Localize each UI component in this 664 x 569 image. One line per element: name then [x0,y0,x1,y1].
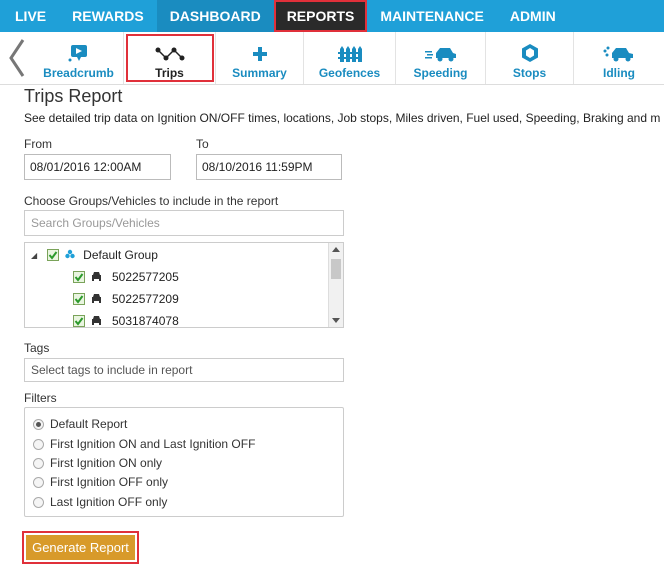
to-date-input[interactable] [196,154,342,180]
check-icon [74,317,84,326]
check-icon [74,273,84,282]
tab-idling[interactable]: Idling [574,32,664,84]
filter-label: First Ignition ON and Last Ignition OFF [50,437,256,451]
check-icon [74,295,84,304]
nav-maintenance[interactable]: MAINTENANCE [367,0,496,32]
tab-label: Trips [155,66,184,80]
tab-stops[interactable]: Stops [486,32,574,84]
radio-unchecked[interactable] [33,496,44,508]
filter-option[interactable]: First Ignition ON and Last Ignition OFF [33,435,255,453]
scroll-down-icon[interactable] [332,318,340,323]
stop-hexagon-icon [521,44,538,62]
to-label: To [196,137,209,151]
tree-group-row[interactable]: ◢ Default Group [31,245,158,265]
tab-speeding[interactable]: Speeding [396,32,486,84]
nav-rewards[interactable]: REWARDS [59,0,157,32]
top-nav: LIVE REWARDS DASHBOARD REPORTS MAINTENAN… [0,0,664,32]
filter-option[interactable]: Last Ignition OFF only [33,493,167,511]
tree-vehicle-row[interactable]: 5022577205 [73,267,179,287]
tree-expander-icon[interactable]: ◢ [31,251,37,260]
radio-unchecked[interactable] [33,457,44,469]
filter-label: Last Ignition OFF only [50,495,168,509]
from-label: From [24,137,52,151]
tab-trips[interactable]: Trips [124,32,216,84]
generate-button-highlight: Generate Report [22,531,139,564]
nav-dashboard[interactable]: DASHBOARD [156,0,274,32]
checkbox-checked[interactable] [73,293,85,305]
scroll-up-icon[interactable] [332,247,340,252]
checkbox-checked[interactable] [47,249,60,261]
filter-label: First Ignition OFF only [50,475,169,489]
from-date-input[interactable] [24,154,171,180]
breadcrumb-icon [68,45,87,62]
tab-geofences[interactable]: Geofences [304,32,396,84]
filter-label: First Ignition ON only [50,456,163,470]
radio-unchecked[interactable] [33,438,44,450]
generate-report-button[interactable]: Generate Report [26,535,135,560]
report-description: See detailed trip data on Ignition ON/OF… [24,111,661,125]
back-arrow-button[interactable] [0,32,34,84]
tree-scrollbar[interactable] [328,243,343,327]
tab-label: Idling [603,66,635,80]
speeding-car-icon [424,48,456,62]
filters-label: Filters [24,391,57,405]
vehicle-tree: ◢ Default Group 5022577205 5022577209 50… [24,242,344,328]
tab-breadcrumb[interactable]: Breadcrumb [34,32,124,84]
search-groups-input[interactable] [24,210,344,236]
page-title: Trips Report [24,86,123,106]
tab-label: Stops [512,66,547,80]
vehicle-id: 5022577205 [112,270,179,284]
tags-input[interactable] [24,358,344,382]
checkbox-checked[interactable] [73,315,85,327]
checkbox-checked[interactable] [73,271,85,283]
tree-group-label: Default Group [83,248,158,262]
idling-car-icon [603,46,633,62]
tab-summary[interactable]: Summary [216,32,304,84]
tab-label: Breadcrumb [43,66,114,80]
check-icon [48,251,58,260]
radio-checked[interactable] [33,418,44,430]
tab-label: Geofences [318,66,381,80]
tags-label: Tags [24,341,50,355]
car-icon [91,270,102,284]
chevron-left-icon [9,39,25,77]
tab-label: Speeding [413,66,468,80]
nav-live[interactable]: LIVE [0,0,59,32]
report-toolbar: Breadcrumb Trips Summary Geofences Speed… [0,32,664,85]
filters-box: Default Report First Ignition ON and Las… [24,407,344,517]
groups-label: Choose Groups/Vehicles to include in the… [24,194,279,208]
filter-option[interactable]: Default Report [33,415,127,433]
nav-reports[interactable]: REPORTS [273,0,368,32]
trips-icon [155,47,184,61]
radio-unchecked[interactable] [33,476,44,488]
car-icon [91,314,102,327]
scroll-thumb[interactable] [331,259,341,279]
car-icon [91,292,102,306]
tree-vehicle-row[interactable]: 5031874078 [73,311,179,328]
filter-label: Default Report [50,417,128,431]
filter-option[interactable]: First Ignition OFF only [33,473,168,491]
vehicle-id: 5031874078 [112,314,179,328]
fence-icon [337,46,362,62]
plus-icon [252,47,267,61]
vehicle-id: 5022577209 [112,292,179,306]
filter-option[interactable]: First Ignition ON only [33,454,162,472]
tree-vehicle-row[interactable]: 5022577209 [73,289,179,309]
nav-admin[interactable]: ADMIN [497,0,569,32]
tab-label: Summary [232,66,287,80]
group-icon [65,248,75,262]
